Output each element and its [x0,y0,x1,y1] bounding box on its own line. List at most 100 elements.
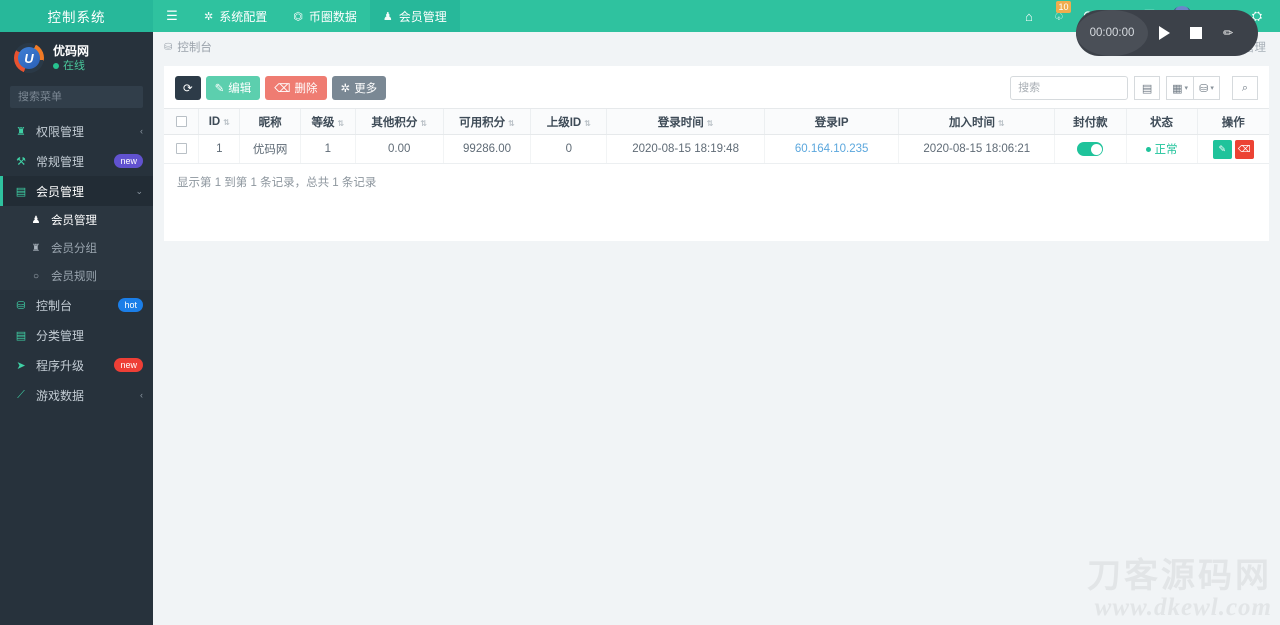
column-header-level[interactable]: 等级 ⇅ [299,108,356,135]
home-icon[interactable]: ⌂ [1014,0,1044,32]
cell-join-time: 2020-08-15 18:06:21 [898,134,1055,164]
pencil-icon[interactable]: ✏ [1212,10,1244,56]
users-cog-icon: ♜ [16,125,26,138]
table-body: 1 优码网 1 0.00 99286.00 0 2020-08-15 18:19… [164,134,1269,164]
column-header-actions: 操作 [1196,108,1269,135]
cell-nickname: 优码网 [239,134,301,164]
badge-new: new [114,358,143,372]
block-payment-toggle[interactable] [1077,142,1104,156]
cell-login-ip[interactable]: 60.164.10.235 [763,134,899,164]
tab-label: 币圈数据 [308,9,357,24]
dashboard-icon: ⛁ [164,41,173,53]
cell-parent-id: 0 [530,134,607,164]
notification-badge: 10 [1055,1,1071,13]
chevron-left-icon: ‹ [140,390,143,400]
play-icon[interactable] [1148,10,1180,56]
more-button[interactable]: ✲ 更多 [331,76,387,100]
status-dot-icon [1145,146,1151,152]
circle-icon: ○ [32,270,40,282]
row-actions: ✎ ⌫ [1204,139,1264,159]
menu-search[interactable]: ⌕ [10,86,166,108]
menu-search-input[interactable] [18,91,160,103]
sidebar-item-permissions[interactable]: ♜ 权限管理 ‹ [0,116,153,146]
bars-icon[interactable]: ☰ [153,0,191,32]
sort-icon: ⇅ [706,118,714,128]
cell-actions: ✎ ⌫ [1196,134,1269,164]
toolbar-right: ▤ ▦ ▾ ⛁ ▾ ⌕ [1010,76,1258,100]
column-header-other-points[interactable]: 其他积分 ⇅ [354,108,444,135]
search-input[interactable] [1010,76,1129,100]
column-header-block-payment: 封付款 [1054,108,1126,135]
tab-system-config[interactable]: ✲ 系统配置 [191,0,280,32]
trash-icon: ⌫ [274,83,291,95]
table-head: ID ⇅ 昵称 等级 ⇅ 其他积分 ⇅ 可用积分 ⇅ 上级ID ⇅ 登录时间 ⇅ 登录IP … [164,108,1269,135]
export-button[interactable]: ⛁ ▾ [1194,76,1220,100]
sidebar-item-program-upgrade[interactable]: ➤ 程序升级 new [0,350,153,380]
breadcrumb: ⛁ 控制台 [164,39,212,55]
row-delete-button[interactable]: ⌫ [1234,139,1254,159]
search-submit-button[interactable]: ⌕ [1232,76,1258,100]
gear-icon: ✲ [340,83,351,95]
toolbar-buttons: ⟳ ✎ 编辑 ⌫ 删除 ✲ 更多 [175,76,387,100]
sidebar-submenu: ♟ 会员管理 ♜ 会员分组 ○ 会员规则 [0,206,153,290]
row-checkbox[interactable] [175,143,187,155]
table-info: 显示第 1 到第 1 条记录，总共 1 条记录 [177,177,377,189]
cell-block-payment [1054,134,1126,164]
row-checkbox-cell [164,134,199,164]
edit-button[interactable]: ✎ 编辑 [205,76,261,100]
logo-letter: U [18,47,40,69]
stop-icon[interactable] [1180,10,1212,56]
column-header-login-time[interactable]: 登录时间 ⇅ [606,108,765,135]
sidebar-item-console[interactable]: ⛁ 控制台 hot [0,290,153,320]
column-header-usable-points[interactable]: 可用积分 ⇅ [442,108,531,135]
edit-button-label: 编辑 [228,83,252,95]
sort-icon: ⇅ [420,118,428,128]
sidebar-item-label: 控制台 [36,298,73,313]
select-all-checkbox[interactable] [175,115,187,127]
dashboard-icon: ⛁ [16,299,26,312]
cell-status: 正常 [1125,134,1197,164]
pencil-icon: ✎ [214,83,225,95]
profile-status: 在线 [53,59,89,73]
cell-usable-points: 99286.00 [442,134,531,164]
sidebar-subitem-label: 会员分组 [51,243,97,255]
tab-member-management[interactable]: ♟ 会员管理 [369,0,460,32]
column-header-parent-id[interactable]: 上级ID ⇅ [530,108,607,135]
sort-icon: ⇅ [337,118,345,128]
sidebar-item-member-management[interactable]: ▤ 会员管理 ⌄ [0,176,153,206]
screen-recorder-widget: 00:00:00 ✏ [1076,10,1258,56]
tab-label: 系统配置 [219,9,268,24]
id-card-icon: ▤ [15,185,27,198]
row-edit-button[interactable]: ✎ [1212,139,1232,159]
sidebar-item-label: 常规管理 [36,154,85,169]
chart-line-icon: ⟋ [17,388,25,401]
column-header-id[interactable]: ID ⇅ [198,108,240,135]
tab-coin-data[interactable]: ⏣ 币圈数据 [280,0,370,32]
main-content: ⛁ 控制台 会员管理 / 会员管理 ⟳ ✎ 编辑 [153,32,1280,625]
column-header-nickname[interactable]: 昵称 [239,108,301,135]
status-text: 正常 [1154,144,1178,156]
sidebar-item-general[interactable]: ⚒ 常规管理 new [0,146,153,176]
sidebar-item-game-data[interactable]: ⟋ 游戏数据 ‹ [0,380,153,410]
delete-button[interactable]: ⌫ 删除 [265,76,327,100]
tab-label: 会员管理 [398,9,447,24]
bell-icon[interactable]: ♤ 10 [1044,0,1074,32]
table-row[interactable]: 1 优码网 1 0.00 99286.00 0 2020-08-15 18:19… [164,134,1269,164]
refresh-button[interactable]: ⟳ [175,76,201,100]
table-toolbar: ⟳ ✎ 编辑 ⌫ 删除 ✲ 更多 搜索 ▤ ▦ ▾ ⛁ ▾ ⌕ [164,66,1269,108]
sidebar-subitem-member-list[interactable]: ♟ 会员管理 [0,206,153,234]
sidebar-item-category-management[interactable]: ▤ 分类管理 [0,320,153,350]
status-badge: 正常 [1133,141,1191,157]
column-chooser-button[interactable]: ▦ ▾ [1166,76,1194,100]
sidebar-subitem-member-groups[interactable]: ♜ 会员分组 [0,234,153,262]
column-header-join-time[interactable]: 加入时间 ⇅ [898,108,1055,135]
more-button-label: 更多 [354,83,378,95]
sidebar-subitem-member-rules[interactable]: ○ 会员规则 [0,262,153,290]
chevron-down-icon: ▾ [1210,85,1214,92]
toggle-card-view-button[interactable]: ▤ [1134,76,1161,100]
sidebar-subitem-label: 会员规则 [51,271,97,283]
youmawang-logo: U [14,43,44,73]
sidebar-item-label: 分类管理 [36,328,85,343]
column-header-login-ip[interactable]: 登录IP [763,108,899,135]
user-icon: ♟ [31,214,41,226]
